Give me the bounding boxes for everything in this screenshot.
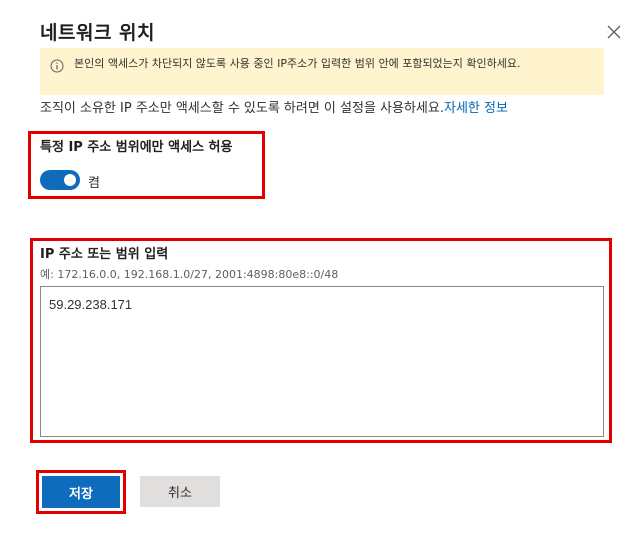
warning-banner: 본인의 액세스가 차단되지 않도록 사용 중인 IP주소가 입력한 범위 안에 … bbox=[40, 48, 604, 95]
ip-range-textarea[interactable]: 59.29.238.171 bbox=[40, 286, 604, 437]
info-icon bbox=[50, 58, 64, 73]
toggle-label: 특정 IP 주소 범위에만 액세스 허용 bbox=[40, 140, 233, 155]
dialog-title: 네트워크 위치 bbox=[40, 22, 155, 44]
toggle-state-label: 켬 bbox=[88, 176, 100, 191]
ip-input-hint: 예: 172.16.0.0, 192.168.1.0/27, 2001:4898… bbox=[40, 268, 339, 281]
close-icon[interactable] bbox=[604, 22, 624, 42]
description: 조직이 소유한 IP 주소만 액세스할 수 있도록 하려면 이 설정을 사용하세… bbox=[40, 97, 508, 116]
cancel-button[interactable]: 취소 bbox=[140, 476, 220, 507]
learn-more-link[interactable]: 자세한 정보 bbox=[444, 101, 508, 116]
toggle-knob bbox=[64, 174, 76, 186]
ip-input-label: IP 주소 또는 범위 입력 bbox=[40, 247, 169, 262]
description-text: 조직이 소유한 IP 주소만 액세스할 수 있도록 하려면 이 설정을 사용하세… bbox=[40, 101, 444, 116]
banner-text: 본인의 액세스가 차단되지 않도록 사용 중인 IP주소가 입력한 범위 안에 … bbox=[74, 57, 521, 70]
save-button[interactable]: 저장 bbox=[42, 476, 120, 508]
access-toggle[interactable] bbox=[40, 170, 80, 190]
